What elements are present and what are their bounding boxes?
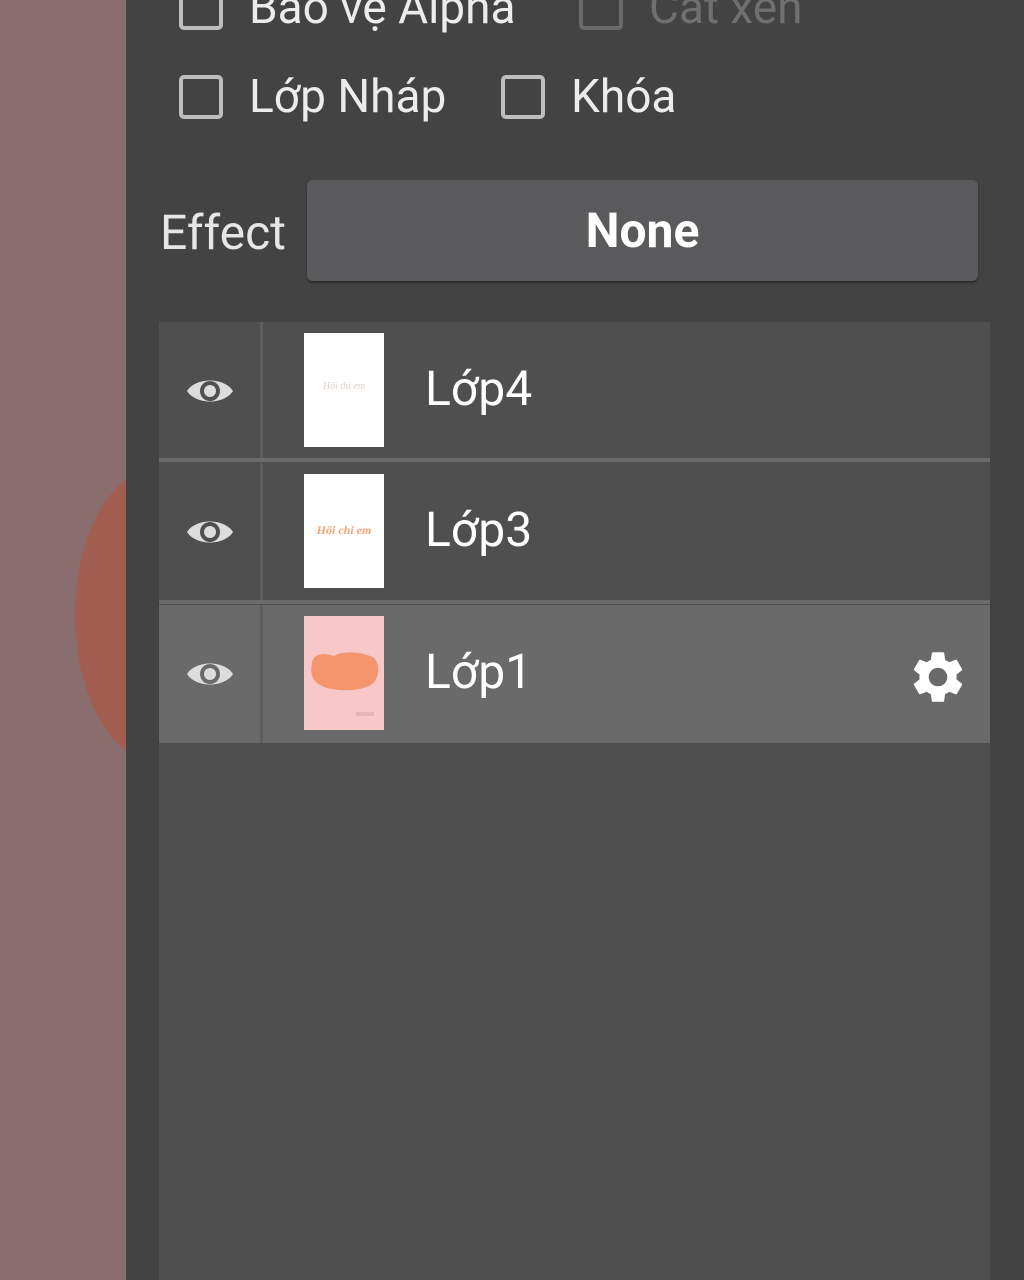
- layer-name: Lớp1: [425, 643, 533, 700]
- draft-layer-label: Lớp Nháp: [249, 70, 447, 124]
- layer-panel: Bảo vệ Alpha Cắt xén Lớp Nháp Khóa Effec…: [126, 0, 1024, 1280]
- layer-row-lop3[interactable]: Hôi chi em Lớp3: [159, 463, 990, 601]
- alpha-protect-checkbox[interactable]: [179, 0, 223, 30]
- lock-label: Khóa: [571, 70, 677, 124]
- alpha-protect-label: Bảo vệ Alpha: [249, 0, 516, 35]
- effect-select-button[interactable]: None: [307, 180, 978, 281]
- clipping-checkbox: [579, 0, 623, 30]
- clipping-option: Cắt xén: [579, 0, 803, 35]
- layer-list: Hôi thi em Lớp4 Hôi chi em Lớp3 Lớp1: [159, 322, 990, 1280]
- thumbnail-text: Hôi thi em: [322, 381, 365, 392]
- layer-thumbnail: [304, 616, 384, 730]
- alpha-protect-option[interactable]: Bảo vệ Alpha: [179, 0, 516, 35]
- layer-name: Lớp3: [425, 501, 533, 558]
- visibility-toggle[interactable]: [159, 463, 263, 601]
- gear-icon[interactable]: [907, 646, 969, 708]
- layer-row-lop4[interactable]: Hôi thi em Lớp4: [159, 322, 990, 460]
- draft-layer-checkbox[interactable]: [179, 75, 223, 119]
- layer-divider: [159, 458, 990, 462]
- layer-row-lop1[interactable]: Lớp1: [159, 605, 990, 743]
- clipping-label: Cắt xén: [649, 0, 803, 35]
- draft-layer-option[interactable]: Lớp Nháp: [179, 70, 446, 124]
- thumbnail-art: Hôi thi em: [322, 381, 365, 392]
- eye-icon: [186, 521, 233, 543]
- thumbnail-art: [311, 652, 379, 716]
- visibility-toggle[interactable]: [159, 605, 263, 743]
- thumbnail-art: Hôi chi em: [316, 523, 372, 537]
- thumbnail-text: Hôi chi em: [316, 523, 372, 537]
- layer-name: Lớp4: [425, 360, 533, 417]
- lock-option[interactable]: Khóa: [501, 70, 676, 124]
- eye-icon: [186, 380, 233, 402]
- layer-thumbnail: Hôi thi em: [304, 333, 384, 447]
- lock-checkbox[interactable]: [501, 75, 545, 119]
- visibility-toggle[interactable]: [159, 322, 263, 460]
- layer-divider: [159, 600, 990, 604]
- effect-label: Effect: [160, 204, 286, 261]
- eye-icon: [186, 663, 233, 685]
- canvas-area[interactable]: [0, 0, 126, 1280]
- layer-thumbnail: Hôi chi em: [304, 474, 384, 588]
- canvas-artwork-shape: [75, 470, 126, 760]
